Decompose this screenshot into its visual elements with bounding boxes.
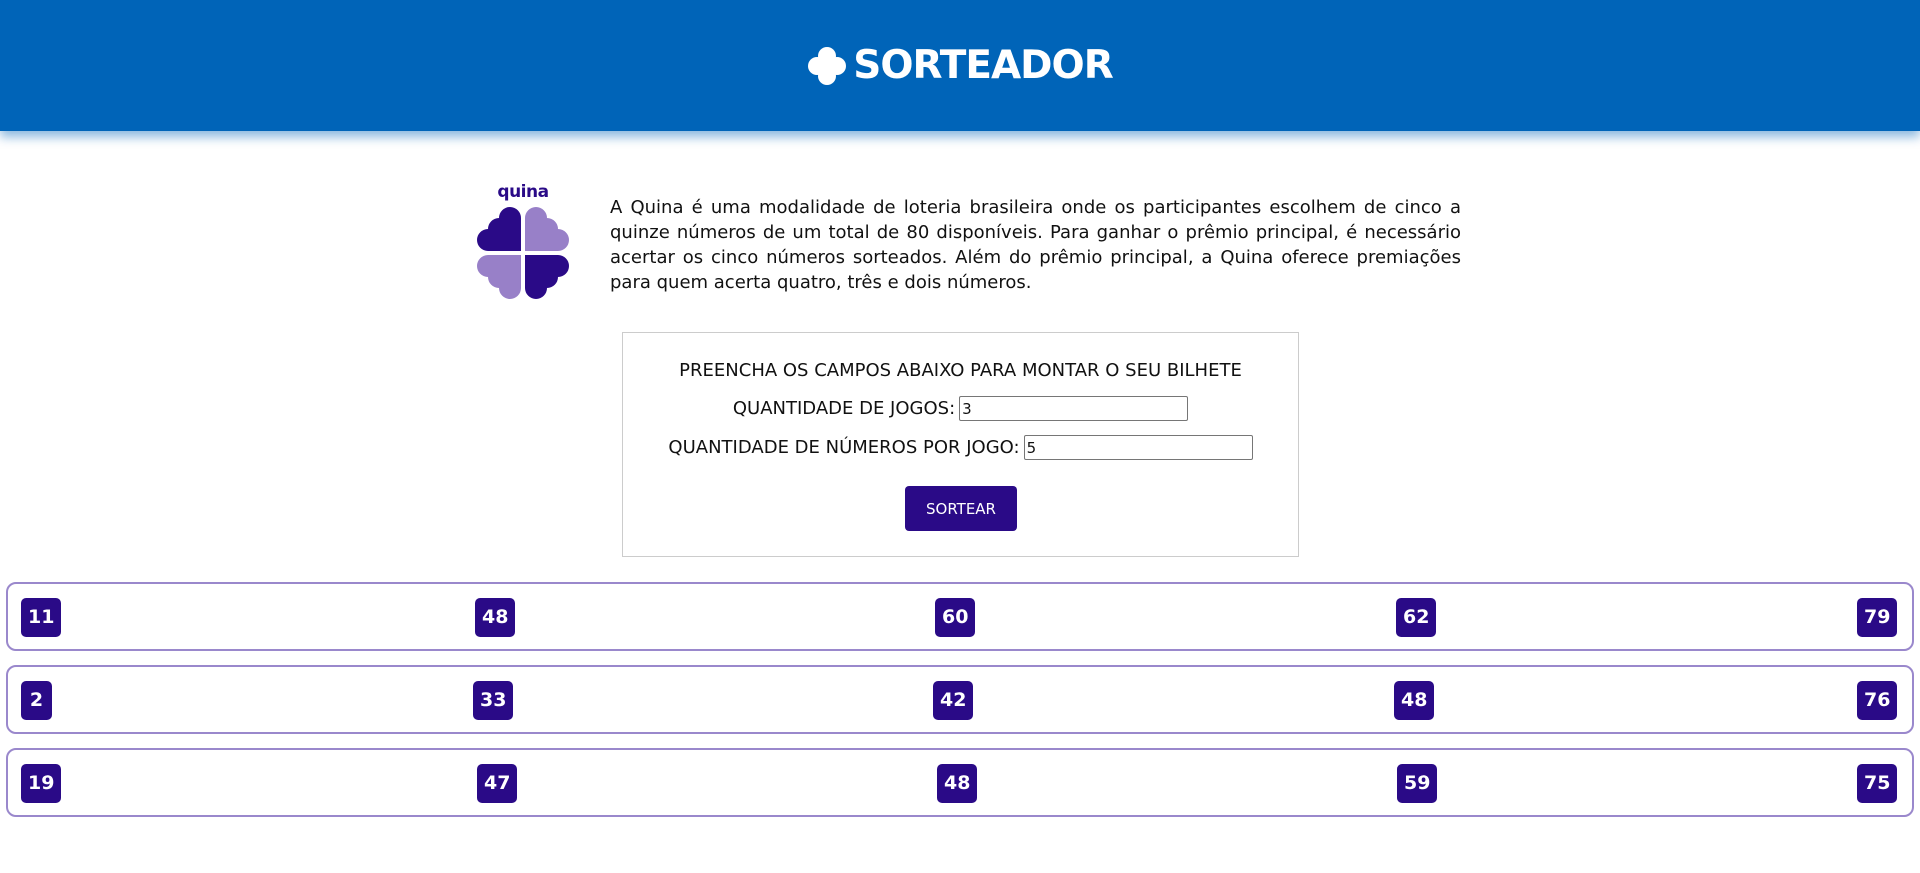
number-ball: 2 xyxy=(21,681,52,720)
number-ball: 19 xyxy=(21,764,62,803)
number-ball: 48 xyxy=(475,598,516,637)
app-header: SORTEADOR xyxy=(0,0,1920,131)
games-count-label: QUANTIDADE DE JOGOS: xyxy=(732,398,956,419)
intro-section: quina A Quina é uma modalidade de loteri… xyxy=(474,182,1461,300)
numbers-per-game-row: QUANTIDADE DE NÚMEROS POR JOGO: xyxy=(623,435,1298,460)
numbers-per-game-input[interactable] xyxy=(1023,435,1253,460)
quina-clover-icon xyxy=(477,207,569,299)
logo-label: quina xyxy=(497,182,549,202)
number-ball: 75 xyxy=(1857,764,1898,803)
game-row: 2 33 42 48 76 xyxy=(6,665,1914,734)
number-ball: 47 xyxy=(477,764,518,803)
game-row: 11 48 60 62 79 xyxy=(6,582,1914,651)
number-ball: 76 xyxy=(1857,681,1898,720)
number-ball: 62 xyxy=(1396,598,1437,637)
page-title: SORTEADOR xyxy=(853,43,1114,88)
header-brand: SORTEADOR xyxy=(807,43,1114,88)
number-ball: 33 xyxy=(473,681,514,720)
number-ball: 48 xyxy=(937,764,978,803)
number-ball: 42 xyxy=(933,681,974,720)
ticket-form: PREENCHA OS CAMPOS ABAIXO PARA MONTAR O … xyxy=(622,332,1299,557)
draw-button[interactable]: SORTEAR xyxy=(905,486,1017,531)
games-count-row: QUANTIDADE DE JOGOS: xyxy=(623,396,1298,421)
games-count-input[interactable] xyxy=(959,396,1189,421)
number-ball: 48 xyxy=(1394,681,1435,720)
number-ball: 79 xyxy=(1857,598,1898,637)
intro-description: A Quina é uma modalidade de loteria bras… xyxy=(610,197,1461,293)
quina-logo: quina xyxy=(474,182,572,300)
form-title: PREENCHA OS CAMPOS ABAIXO PARA MONTAR O … xyxy=(679,360,1242,381)
game-row: 19 47 48 59 75 xyxy=(6,748,1914,817)
number-ball: 59 xyxy=(1397,764,1438,803)
number-ball: 60 xyxy=(935,598,976,637)
number-ball: 11 xyxy=(21,598,62,637)
numbers-per-game-label: QUANTIDADE DE NÚMEROS POR JOGO: xyxy=(668,437,1020,458)
clover-icon xyxy=(807,46,847,86)
